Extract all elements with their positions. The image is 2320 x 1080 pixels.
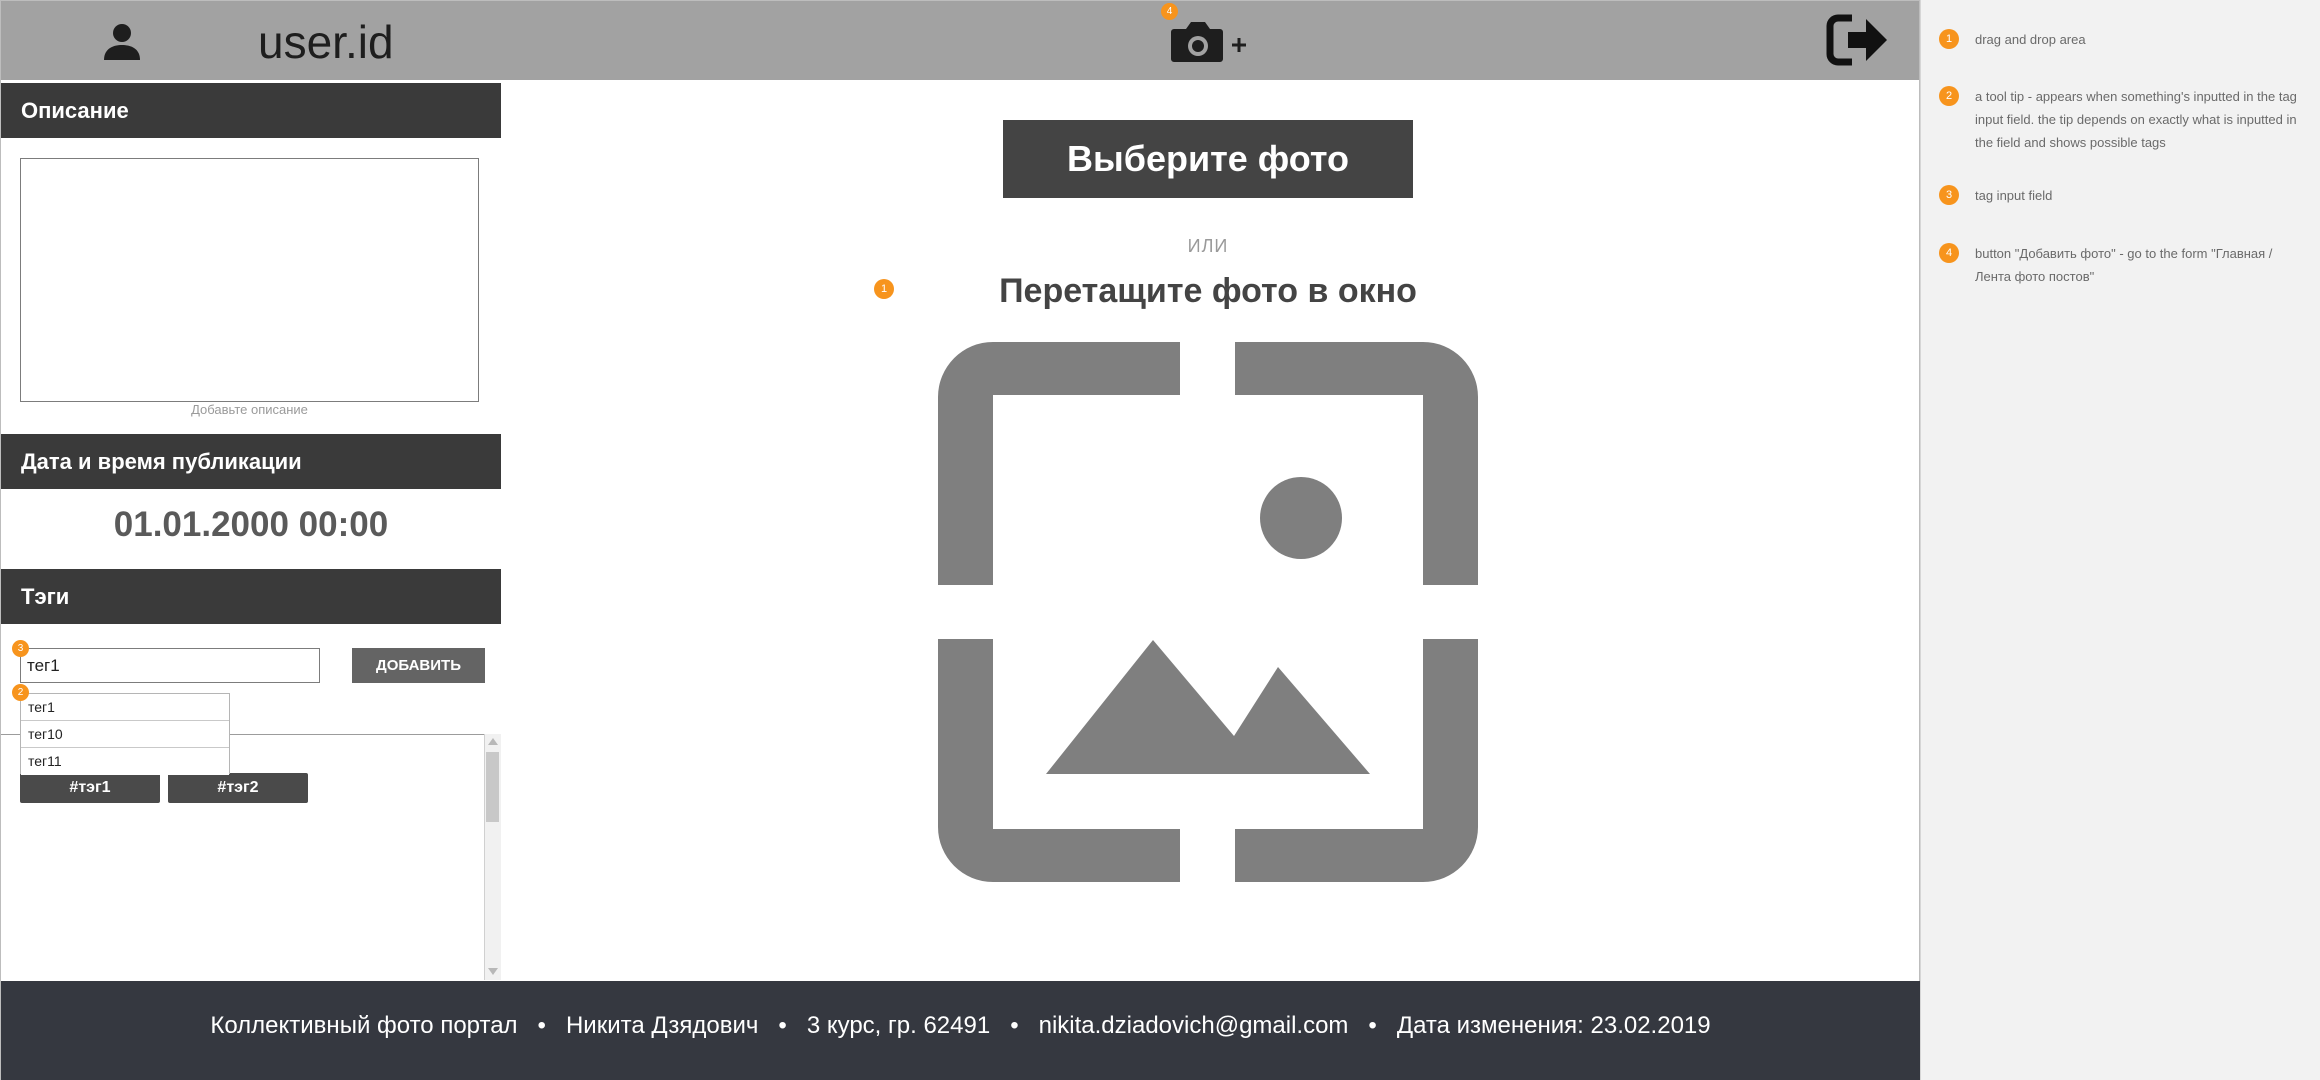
footer-text: Коллективный фото портал • Никита Дзядов… [210, 1012, 1711, 1039]
description-textarea[interactable] [20, 158, 479, 402]
note-text: a tool tip - appears when something's in… [1975, 89, 2297, 150]
notes-panel [1920, 0, 2320, 1080]
tag-chip[interactable]: #тэг1 [20, 773, 160, 803]
user-icon[interactable] [102, 22, 142, 62]
description-hint: Добавьте описание [191, 402, 308, 417]
description-header: Описание [1, 83, 501, 138]
note-marker: 2 [1939, 86, 1959, 106]
image-drop-icon[interactable] [938, 342, 1478, 882]
choose-photo-button[interactable]: Выберите фото [1003, 120, 1413, 198]
camera-plus-icon[interactable] [1170, 15, 1250, 65]
note-marker: 3 [1939, 185, 1959, 205]
tag-chip[interactable]: #тэг2 [168, 773, 308, 803]
logout-icon[interactable] [1826, 12, 1890, 68]
suggestion-item[interactable]: тег10 [21, 721, 229, 748]
publication-datetime[interactable]: 01.01.2000 00:00 [1, 505, 501, 545]
scroll-thumb[interactable] [486, 752, 499, 822]
note-marker: 1 [1939, 29, 1959, 49]
note-marker: 4 [1939, 243, 1959, 263]
marker-2: 2 [12, 684, 29, 701]
scroll-up-arrow-icon[interactable] [488, 738, 498, 745]
publication-date-header: Дата и время публикации [1, 434, 501, 489]
drag-drop-title: Перетащите фото в окно [999, 272, 1417, 310]
or-label: ИЛИ [1187, 236, 1229, 256]
marker-3: 3 [12, 640, 29, 657]
add-tag-button[interactable]: ДОБАВИТЬ [352, 648, 485, 683]
suggestion-item[interactable]: тег1 [21, 694, 229, 721]
note-text: tag input field [1975, 188, 2053, 203]
note-text: button "Добавить фото" - go to the form … [1975, 246, 2273, 284]
scroll-down-arrow-icon[interactable] [488, 968, 498, 975]
tag-input-field[interactable] [20, 648, 320, 683]
tags-header: Тэги [1, 569, 501, 624]
note-text: drag and drop area [1975, 32, 2086, 47]
user-id-label[interactable]: user.id [258, 14, 394, 70]
tag-suggestion-tooltip: тег1 тег10 тег11 [20, 693, 230, 775]
marker-4: 4 [1161, 3, 1178, 20]
suggestion-item[interactable]: тег11 [21, 748, 229, 775]
